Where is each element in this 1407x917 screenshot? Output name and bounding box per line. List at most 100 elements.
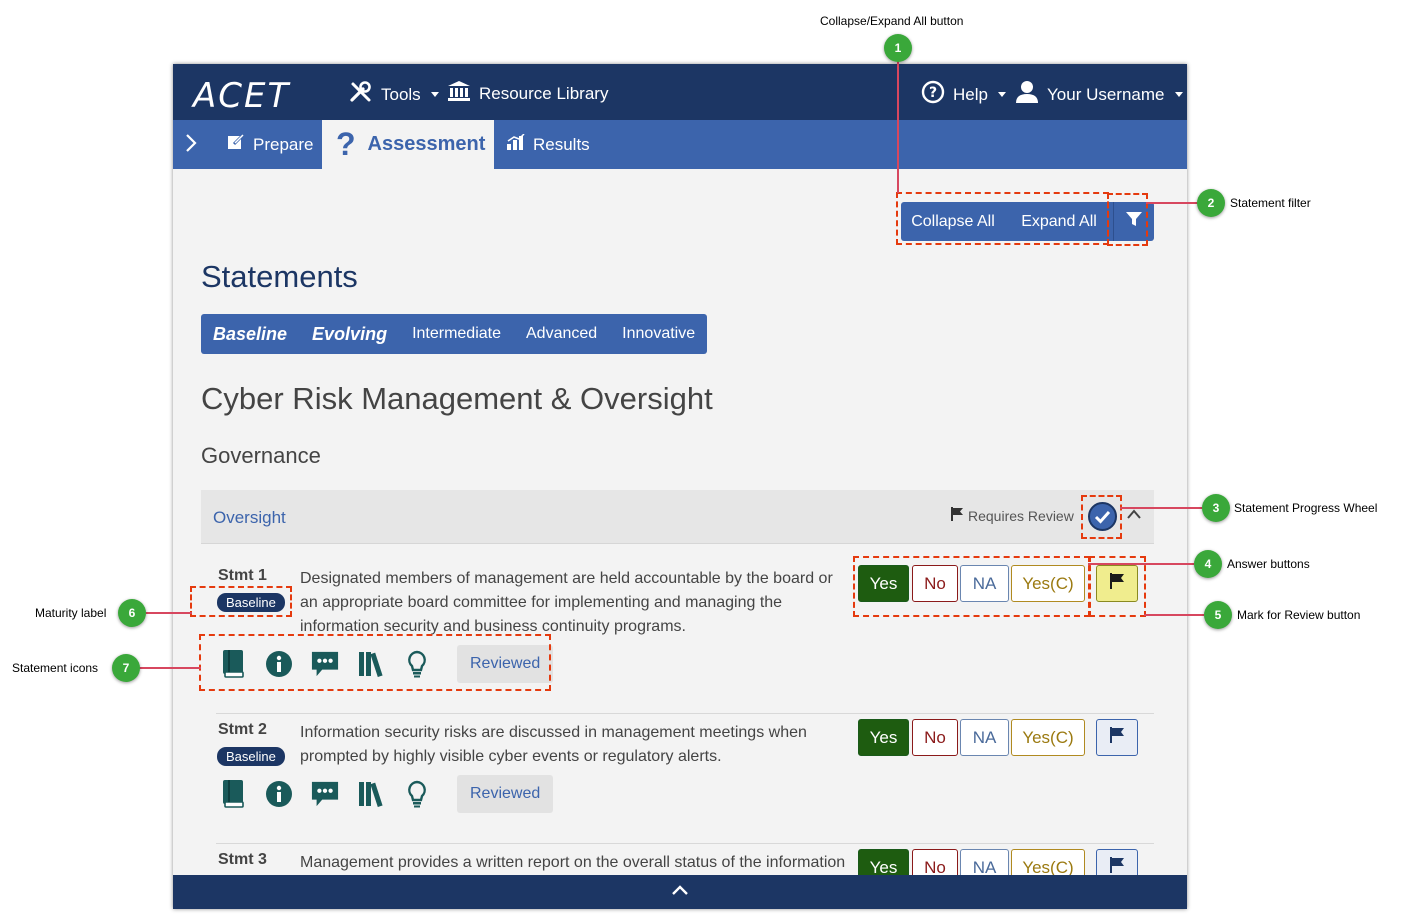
maturity-level-innovative[interactable]: Innovative	[622, 325, 695, 343]
answer-na-button[interactable]: NA	[960, 849, 1009, 875]
leader-line	[1144, 614, 1204, 616]
question-group-header[interactable]: Oversight Requires Review	[201, 490, 1154, 544]
domain-heading: Cyber Risk Management & Oversight	[201, 381, 713, 416]
statement-number: Stmt 2	[218, 721, 267, 738]
requires-review-indicator: Requires Review	[951, 507, 1074, 524]
resource-library-label: Resource Library	[479, 83, 609, 103]
leader-line	[897, 61, 899, 193]
statement-number: Stmt 3	[218, 851, 267, 868]
leader-line	[1088, 563, 1194, 565]
callout-marker-7: 7	[112, 654, 140, 682]
callout-label-2: Statement filter	[1230, 196, 1311, 210]
library-icon[interactable]	[357, 780, 385, 808]
callout-marker-3: 3	[1202, 494, 1230, 522]
tab-assessment[interactable]: ? Assessment	[322, 120, 494, 169]
username-label: Your Username	[1047, 84, 1165, 104]
info-icon[interactable]	[265, 780, 293, 808]
answer-yesc-button[interactable]: Yes(C)	[1011, 849, 1085, 875]
help-label: Help	[953, 84, 988, 104]
callout-marker-5: 5	[1204, 601, 1232, 629]
callout-marker-4: 4	[1194, 550, 1222, 578]
answer-yes-button[interactable]: Yes	[858, 849, 909, 875]
component-heading: Governance	[201, 443, 321, 468]
chevron-down-icon	[1174, 92, 1183, 97]
question-icon: ?	[336, 126, 356, 162]
maturity-label: Baseline	[217, 747, 285, 766]
acet-logo[interactable]: ACET	[193, 76, 290, 116]
callout-label-7: Statement icons	[12, 661, 99, 675]
mark-for-review-button[interactable]	[1096, 719, 1138, 756]
leader-line	[139, 667, 201, 669]
assessment-tabs: Prepare ? Assessment Results	[173, 120, 1187, 169]
comment-icon[interactable]	[311, 780, 339, 808]
flag-icon	[1110, 727, 1124, 748]
tab-prepare-label: Prepare	[253, 134, 314, 154]
highlight-progress-wheel	[1081, 495, 1122, 539]
answer-na-button[interactable]: NA	[960, 719, 1009, 756]
group-title: Oversight	[213, 508, 286, 527]
statement-text: Designated members of management are hel…	[300, 570, 833, 635]
user-menu[interactable]: Your Username	[1015, 80, 1183, 109]
tab-results-label: Results	[533, 134, 590, 154]
tools-icon	[349, 80, 373, 109]
leader-line	[146, 612, 192, 614]
statement-text: Information security risks are discussed…	[300, 724, 807, 765]
answer-no-button[interactable]: No	[912, 719, 958, 756]
acet-app-window: ACET Tools Resource Library ? Help Your …	[173, 64, 1187, 909]
highlight-statement-icons	[199, 634, 551, 691]
mark-for-review-button[interactable]	[1096, 849, 1138, 875]
tools-label: Tools	[381, 84, 421, 104]
chevron-right-icon[interactable]	[185, 133, 197, 159]
leader-line	[1146, 202, 1198, 204]
statement-text: Management provides a written report on …	[300, 854, 846, 871]
callout-label-1: Collapse/Expand All button	[820, 14, 964, 28]
resource-library-link[interactable]: Resource Library	[447, 80, 608, 107]
page-title: Statements	[201, 259, 358, 294]
tab-assessment-label: Assessment	[367, 133, 486, 155]
edit-icon	[227, 133, 245, 156]
leader-line	[1120, 507, 1202, 509]
maturity-level-advanced[interactable]: Advanced	[526, 325, 597, 343]
requires-review-label: Requires Review	[968, 507, 1074, 524]
statement-divider	[216, 713, 1154, 714]
maturity-level-evolving[interactable]: Evolving	[312, 324, 387, 345]
callout-label-6: Maturity label	[35, 606, 107, 620]
answer-yes-button[interactable]: Yes	[858, 719, 909, 756]
svg-text:?: ?	[929, 85, 937, 101]
maturity-level-baseline[interactable]: Baseline	[213, 324, 287, 345]
top-navbar: ACET Tools Resource Library ? Help Your …	[173, 64, 1187, 120]
book-icon[interactable]	[219, 780, 247, 808]
highlight-answer-buttons	[853, 556, 1090, 617]
maturity-filter-bar: Baseline Evolving Intermediate Advanced …	[201, 314, 708, 354]
chevron-down-icon	[997, 92, 1006, 97]
answer-no-button[interactable]: No	[912, 849, 958, 875]
lightbulb-icon[interactable]	[403, 780, 431, 808]
callout-marker-1: 1	[884, 34, 912, 62]
callout-marker-2: 2	[1197, 189, 1225, 217]
chevron-down-icon	[430, 92, 439, 97]
highlight-review-button	[1089, 556, 1146, 617]
answer-yesc-button[interactable]: Yes(C)	[1011, 719, 1085, 756]
callout-label-3: Statement Progress Wheel	[1234, 501, 1378, 515]
highlight-collapse-expand	[896, 192, 1109, 245]
callout-marker-6: 6	[118, 599, 146, 627]
statement-divider	[216, 843, 1154, 844]
reviewed-button[interactable]: Reviewed	[457, 775, 554, 813]
main-content: Collapse All Expand All Statements Basel…	[173, 169, 1187, 875]
help-menu[interactable]: ? Help	[921, 80, 1006, 109]
tab-prepare[interactable]: Prepare	[227, 120, 313, 169]
callout-label-4: Answer buttons	[1227, 557, 1310, 571]
help-icon: ?	[921, 80, 945, 109]
scroll-to-top-bar[interactable]	[173, 875, 1187, 909]
statement-icons: Reviewed	[219, 775, 554, 813]
tools-menu[interactable]: Tools	[349, 80, 439, 109]
maturity-level-intermediate[interactable]: Intermediate	[412, 325, 501, 343]
flag-icon	[1110, 857, 1124, 875]
highlight-filter	[1107, 193, 1148, 246]
callout-label-5: Mark for Review button	[1237, 608, 1361, 622]
chart-icon	[507, 133, 525, 155]
highlight-maturity-label	[190, 586, 292, 617]
library-building-icon	[447, 80, 471, 107]
tab-results[interactable]: Results	[507, 120, 590, 169]
statement-number: Stmt 1	[218, 567, 267, 584]
